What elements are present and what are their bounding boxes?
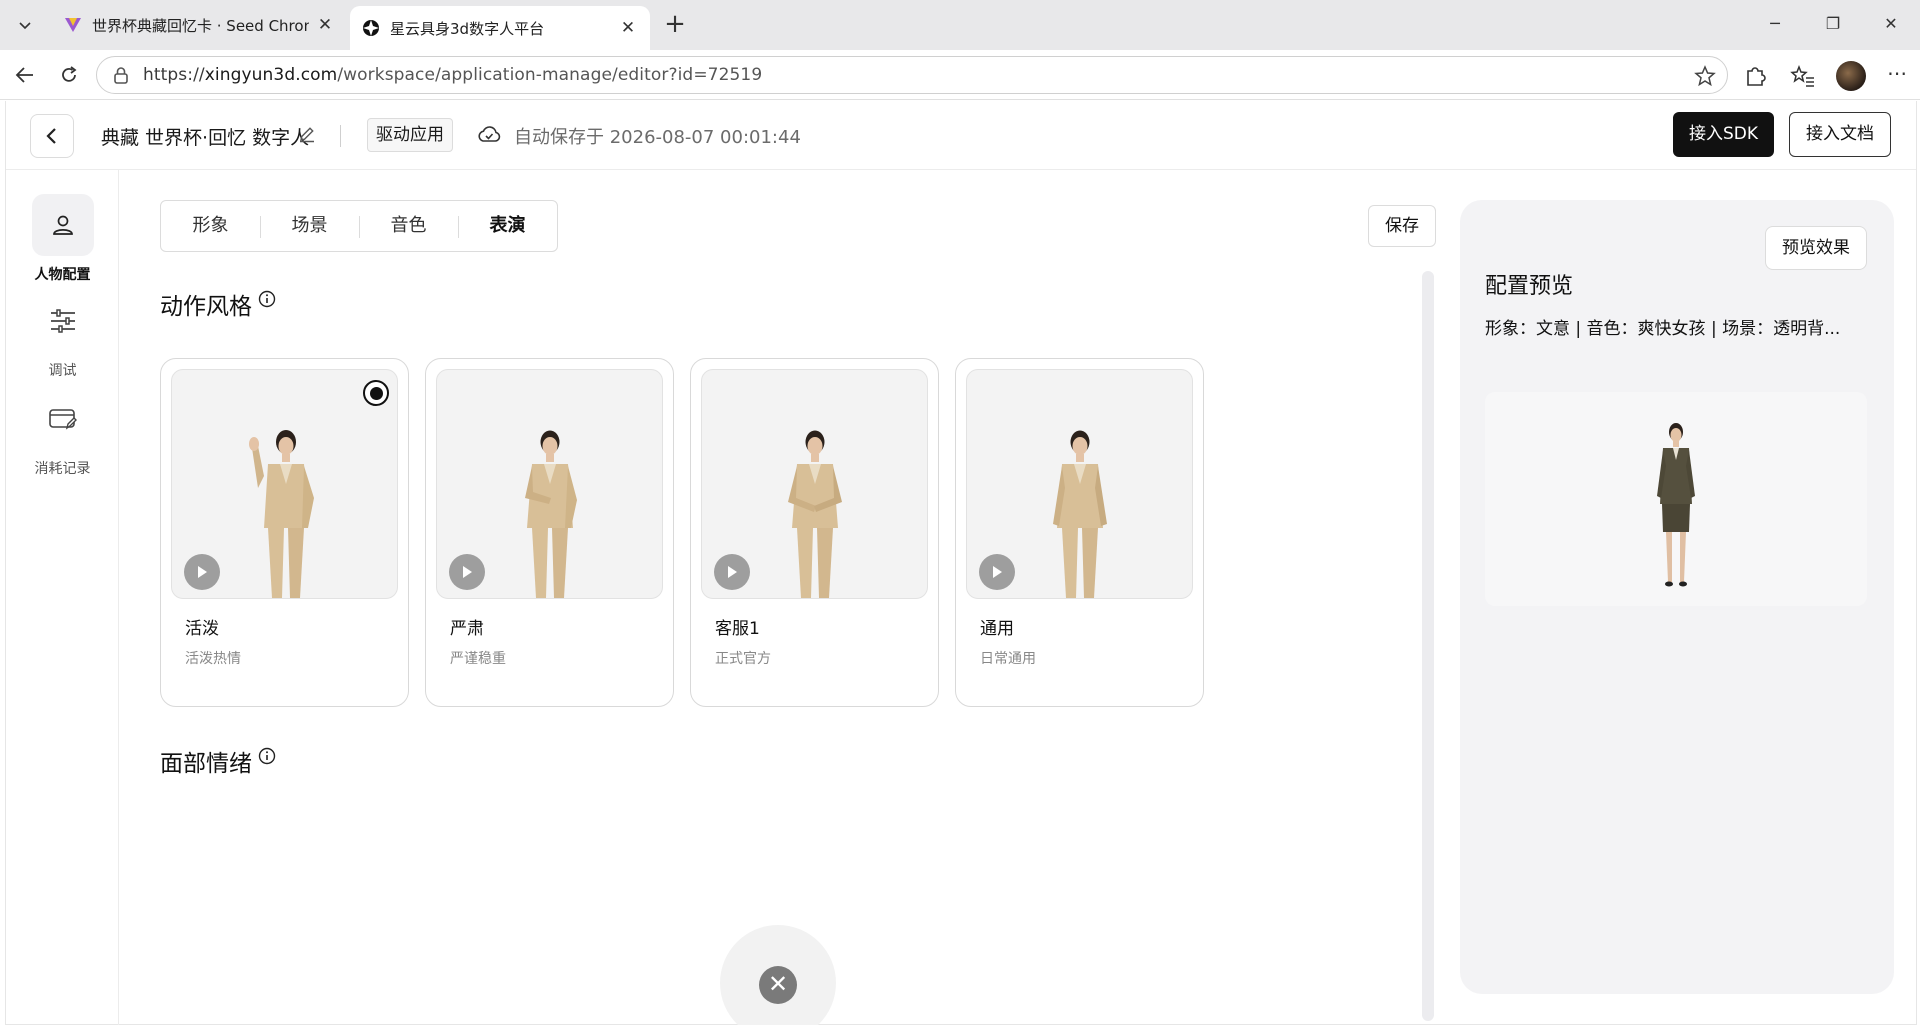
cloud-sync-icon [478, 126, 501, 142]
motion-thumbnail [701, 369, 928, 599]
save-button[interactable]: 保存 [1368, 205, 1436, 247]
reload-icon[interactable] [54, 60, 84, 90]
sidebar-item-usage[interactable]: 消耗记录 [6, 388, 119, 478]
xingyun-logo-icon [363, 20, 379, 36]
motion-style-card[interactable]: 严肃 严谨稳重 [425, 358, 674, 707]
info-icon[interactable] [258, 290, 276, 308]
tab-voice[interactable]: 音色 [359, 201, 458, 251]
url-text: https://xingyun3d.com/workspace/applicat… [143, 65, 763, 85]
app-header: 典藏 世界杯·回忆 数字人 驱动应用 自动保存于 2026-08-07 00:0… [6, 101, 1916, 170]
motion-style-desc: 活泼热情 [185, 651, 241, 667]
play-preview-button[interactable] [449, 554, 485, 590]
preview-panel: 预览效果 配置预览 形象：文意 | 音色：爽快女孩 | 场景：透明背... [1460, 200, 1894, 994]
motion-style-name: 通用 [980, 619, 1014, 639]
preview-title: 配置预览 [1485, 274, 1574, 299]
sidebar-item-character[interactable]: 人物配置 [6, 194, 119, 284]
preview-effect-button[interactable]: 预览效果 [1765, 226, 1867, 270]
profile-avatar[interactable] [1836, 61, 1866, 91]
browser-toolbar: https://xingyun3d.com/workspace/applicat… [0, 50, 1920, 100]
sidebar: 人物配置 调试 消耗记录 [6, 170, 119, 1025]
motion-style-desc: 正式官方 [715, 651, 771, 667]
app-type-tag: 驱动应用 [367, 118, 453, 152]
tab-performance[interactable]: 表演 [458, 201, 557, 251]
section-title-text: 动作风格 [160, 294, 252, 320]
motion-thumbnail [966, 369, 1193, 599]
address-bar[interactable]: https://xingyun3d.com/workspace/applicat… [96, 56, 1728, 94]
chevron-left-icon [46, 128, 56, 144]
section-title-text: 面部情绪 [160, 751, 252, 777]
error-x-icon: ✕ [759, 966, 797, 1004]
close-tab-icon[interactable]: ✕ [618, 18, 638, 38]
browser-tab-bar: 世界杯典藏回忆卡 · Seed Chronicle ✕ 星云具身3d数字人平台 … [0, 0, 1920, 50]
header-divider [340, 125, 341, 147]
motion-thumbnail [436, 369, 663, 599]
sidebar-item-label: 消耗记录 [34, 461, 91, 477]
sdk-button[interactable]: 接入SDK [1673, 112, 1774, 157]
avatar-figure-serious [524, 430, 577, 598]
browser-tab-title: 星云具身3d数字人平台 [390, 19, 545, 38]
doc-button[interactable]: 接入文档 [1789, 112, 1891, 157]
play-icon [728, 566, 737, 578]
config-tabs: 形象 场景 音色 表演 [160, 200, 558, 252]
play-preview-button[interactable] [979, 554, 1015, 590]
content-scrollbar[interactable] [1422, 271, 1434, 1021]
restore-icon[interactable]: ❐ [1810, 8, 1856, 40]
motion-style-desc: 严谨稳重 [450, 651, 506, 667]
section-title-facial-emotion: 面部情绪 [160, 744, 276, 778]
favorites-list-icon[interactable] [1790, 63, 1816, 89]
tab-scene[interactable]: 场景 [260, 201, 359, 251]
window-close-icon[interactable]: ✕ [1868, 8, 1914, 40]
autosave-status: 自动保存于 2026-08-07 00:01:44 [514, 127, 801, 148]
app-title: 典藏 世界杯·回忆 数字人 [101, 127, 310, 149]
browser-tab-1[interactable]: 世界杯典藏回忆卡 · Seed Chronicle ✕ [52, 7, 347, 43]
play-icon [993, 566, 1002, 578]
site-info-icon[interactable] [111, 65, 131, 85]
back-arrow-icon[interactable] [10, 60, 40, 90]
edit-pencil-icon[interactable] [298, 125, 316, 143]
motion-style-name: 活泼 [185, 619, 219, 639]
preview-summary: 形象：文意 | 音色：爽快女孩 | 场景：透明背... [1485, 319, 1841, 339]
preview-avatar-figure [1657, 423, 1695, 587]
selected-radio-icon[interactable] [363, 380, 389, 406]
motion-style-card[interactable]: 客服1 正式官方 [690, 358, 939, 707]
motion-style-card[interactable]: 活泼 活泼热情 [160, 358, 409, 707]
favorite-star-icon[interactable] [1693, 64, 1717, 88]
minimize-icon[interactable]: ─ [1752, 8, 1798, 40]
seed-logo-icon [65, 18, 81, 32]
sidebar-item-debug[interactable]: 调试 [6, 290, 119, 380]
sliders-icon [50, 309, 75, 333]
motion-thumbnail [171, 369, 398, 599]
back-button[interactable] [30, 114, 74, 158]
new-tab-plus-icon[interactable]: + [660, 10, 690, 40]
play-preview-button[interactable] [714, 554, 750, 590]
avatar-figure-service [787, 430, 842, 598]
tab-appearance[interactable]: 形象 [161, 201, 260, 251]
section-title-motion-style: 动作风格 [160, 287, 276, 321]
info-icon[interactable] [258, 747, 276, 765]
play-preview-button[interactable] [184, 554, 220, 590]
app-window: 典藏 世界杯·回忆 数字人 驱动应用 自动保存于 2026-08-07 00:0… [5, 101, 1917, 1025]
browser-tab-title: 世界杯典藏回忆卡 · Seed Chronicle [92, 16, 309, 35]
motion-style-name: 严肃 [450, 619, 484, 639]
motion-style-name: 客服1 [715, 619, 760, 639]
card-edit-icon [48, 409, 77, 430]
play-icon [198, 566, 207, 578]
person-icon [52, 215, 73, 235]
motion-style-card[interactable]: 通用 日常通用 [955, 358, 1204, 707]
extensions-puzzle-icon[interactable] [1742, 63, 1768, 89]
loading-error-placeholder: ✕ [720, 925, 836, 1025]
preview-stage [1485, 392, 1867, 606]
close-tab-icon[interactable]: ✕ [315, 15, 335, 35]
avatar-figure-general [1052, 430, 1107, 598]
avatar-figure-waving [248, 430, 314, 598]
more-menu-icon[interactable]: ⋯ [1882, 60, 1912, 90]
tab-list-chevron-icon[interactable] [10, 10, 40, 40]
play-icon [463, 566, 472, 578]
browser-tab-2[interactable]: 星云具身3d数字人平台 ✕ [350, 6, 650, 50]
sidebar-item-label: 调试 [48, 363, 77, 379]
motion-style-desc: 日常通用 [980, 651, 1036, 667]
sidebar-item-label: 人物配置 [34, 267, 91, 283]
